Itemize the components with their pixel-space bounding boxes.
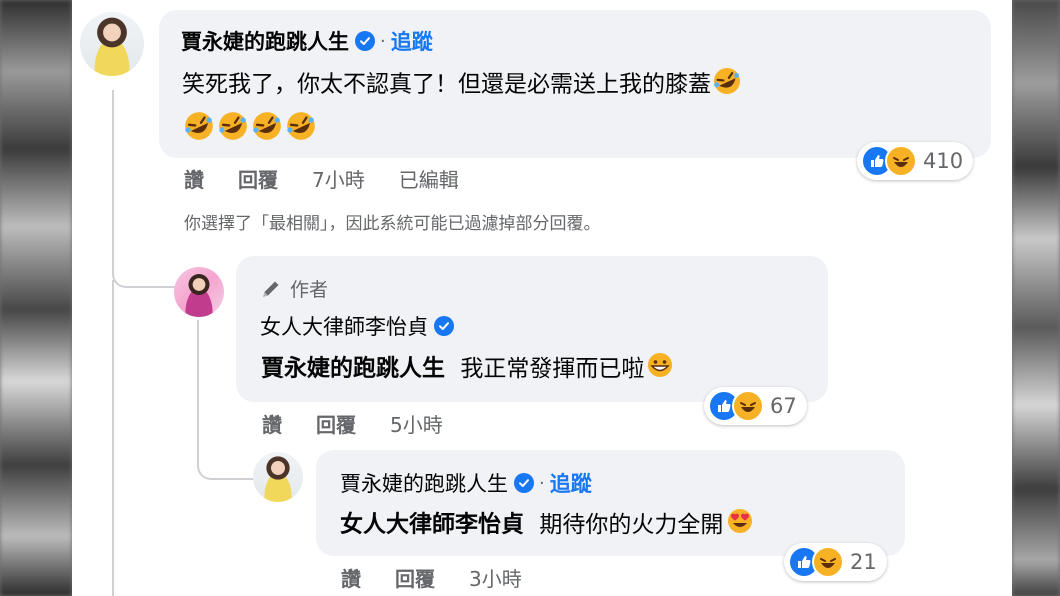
timestamp[interactable]: 5小時 — [390, 409, 443, 438]
comment-emoji-row — [182, 110, 318, 150]
haha-reaction-icon — [732, 390, 764, 422]
mention-link[interactable]: 賈永婕的跑跳人生 — [261, 356, 445, 382]
follow-button[interactable]: 追蹤 — [550, 468, 592, 498]
reply-actions: 讚 回覆 5小時 — [262, 409, 477, 438]
comment-text: 笑死我了，你太不認真了！但還是必需送上我的膝蓋 — [182, 66, 743, 104]
commenter-name[interactable]: 賈永婕的跑跳人生 — [181, 26, 349, 56]
timestamp[interactable]: 3小時 — [469, 563, 522, 592]
verified-icon — [514, 473, 534, 493]
thread-line — [112, 280, 114, 596]
rolling-laughing-emoji-icon — [711, 66, 743, 104]
comment-actions: 讚 回覆 7小時 已編輯 — [184, 164, 493, 193]
blurred-background-right — [1012, 0, 1060, 596]
verified-icon — [355, 31, 375, 51]
reaction-count: 21 — [850, 550, 877, 574]
follow-button[interactable]: 追蹤 — [391, 26, 433, 56]
like-button[interactable]: 讚 — [341, 563, 361, 592]
reply-button[interactable]: 回覆 — [238, 164, 278, 193]
pencil-icon — [260, 278, 282, 300]
reply-actions: 讚 回覆 3小時 — [341, 563, 556, 592]
verified-icon — [434, 316, 454, 336]
haha-reaction-icon — [812, 546, 844, 578]
timestamp[interactable]: 7小時 — [312, 164, 365, 193]
rolling-laughing-emoji-icon — [284, 110, 318, 150]
rolling-laughing-emoji-icon — [182, 110, 216, 150]
commenter-name[interactable]: 女人大律師李怡貞 — [260, 311, 428, 341]
grinning-sweat-emoji-icon — [646, 351, 674, 387]
avatar[interactable] — [253, 452, 303, 502]
reply-text: 賈永婕的跑跳人生 我正常發揮而已啦 — [261, 351, 674, 387]
avatar[interactable] — [80, 12, 144, 76]
rolling-laughing-emoji-icon — [216, 110, 250, 150]
reaction-summary[interactable]: 21 — [784, 543, 887, 581]
heart-eyes-emoji-icon — [725, 507, 755, 543]
reaction-summary[interactable]: 410 — [857, 142, 974, 180]
like-button[interactable]: 讚 — [184, 164, 204, 193]
commenter-name[interactable]: 賈永婕的跑跳人生 — [340, 468, 508, 498]
reply-button[interactable]: 回覆 — [316, 409, 356, 438]
separator-dot: · — [380, 30, 386, 52]
separator-dot: · — [539, 472, 545, 494]
comment-thread-panel: 賈永婕的跑跳人生 · 追蹤 笑死我了，你太不認真了！但還是必需送上我的膝蓋 41… — [72, 0, 1012, 596]
thread-connector — [197, 420, 255, 480]
reaction-count: 67 — [770, 394, 797, 418]
reply-button[interactable]: 回覆 — [395, 563, 435, 592]
author-badge: 作者 — [260, 275, 328, 302]
avatar[interactable] — [174, 267, 224, 317]
reply-text: 女人大律師李怡貞 期待你的火力全開 — [340, 507, 755, 543]
haha-reaction-icon — [885, 145, 917, 177]
rolling-laughing-emoji-icon — [250, 110, 284, 150]
reaction-count: 410 — [923, 149, 964, 173]
edited-label[interactable]: 已編輯 — [399, 164, 459, 193]
filter-notice: 你選擇了「最相關」，因此系統可能已過濾掉部分回覆。 — [184, 214, 601, 234]
reaction-summary[interactable]: 67 — [704, 387, 807, 425]
comment-header: 賈永婕的跑跳人生 · 追蹤 — [181, 26, 433, 56]
blurred-background-left — [0, 0, 72, 596]
reply-header: 女人大律師李怡貞 — [260, 311, 454, 341]
mention-link[interactable]: 女人大律師李怡貞 — [340, 512, 524, 538]
like-button[interactable]: 讚 — [262, 409, 282, 438]
reply-header: 賈永婕的跑跳人生 · 追蹤 — [340, 468, 592, 498]
